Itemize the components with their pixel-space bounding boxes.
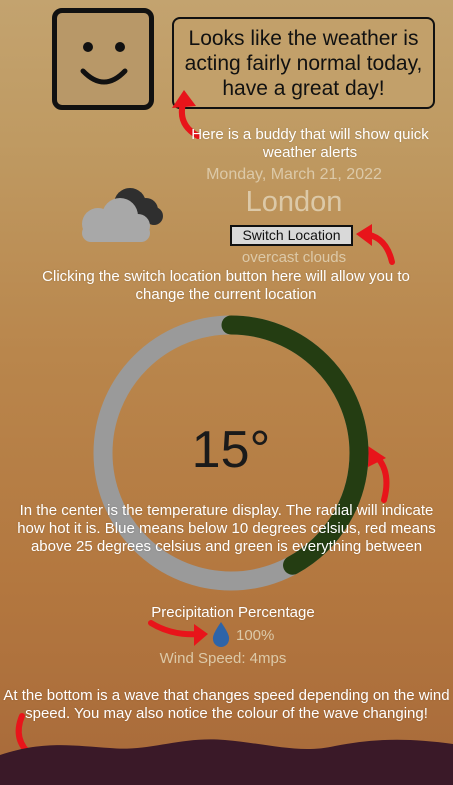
date-label: Monday, March 21, 2022: [206, 166, 382, 183]
cloud-icon: [82, 188, 163, 242]
raindrop-icon: [212, 622, 230, 647]
precipitation-value: 100%: [236, 627, 275, 644]
temperature-note: In the center is the temperature display…: [17, 502, 436, 555]
wave-note: At the bottom is a wave that changes spe…: [3, 687, 450, 722]
arrow-precipitation: [148, 620, 203, 638]
temperature-value: 15°: [191, 421, 271, 479]
weather-condition: overcast clouds: [241, 249, 347, 266]
wind-wave: [0, 739, 453, 785]
switch-note: Clicking the switch location button here…: [42, 268, 410, 303]
switch-location-button[interactable]: Switch Location: [230, 225, 353, 246]
buddy-note: Here is a buddy that will show quick wea…: [191, 126, 429, 161]
precipitation-title: Precipitation Percentage: [151, 604, 315, 621]
wind-speed: Wind Speed: 4mps: [159, 650, 287, 667]
city-name: London: [245, 186, 343, 218]
